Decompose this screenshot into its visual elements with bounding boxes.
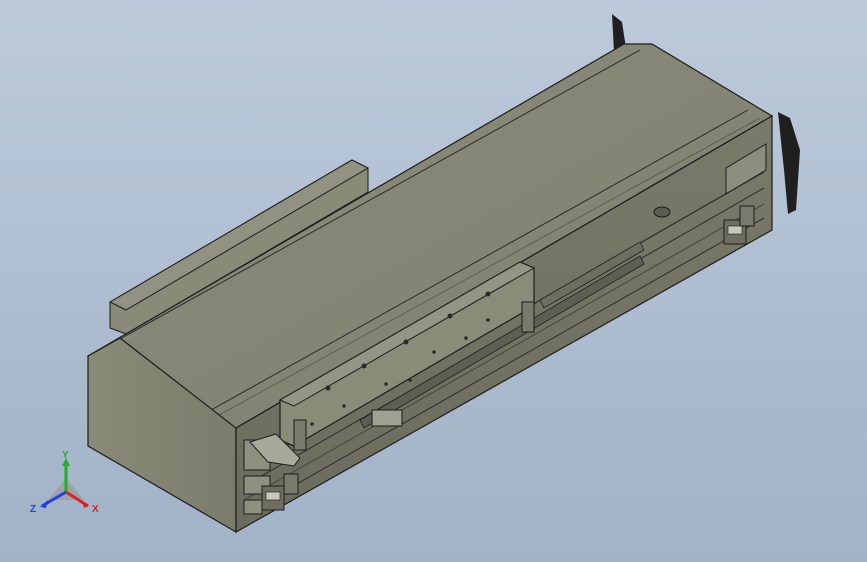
x-axis-label: X [92, 504, 99, 515]
coordinate-triad: X Y Z [30, 450, 99, 515]
rail-block [371, 409, 403, 427]
graphics-viewport[interactable]: X Y Z [0, 0, 867, 562]
z-axis-label: Z [30, 504, 36, 515]
linear-actuator-model[interactable] [0, 0, 867, 562]
y-axis-label: Y [62, 450, 69, 461]
